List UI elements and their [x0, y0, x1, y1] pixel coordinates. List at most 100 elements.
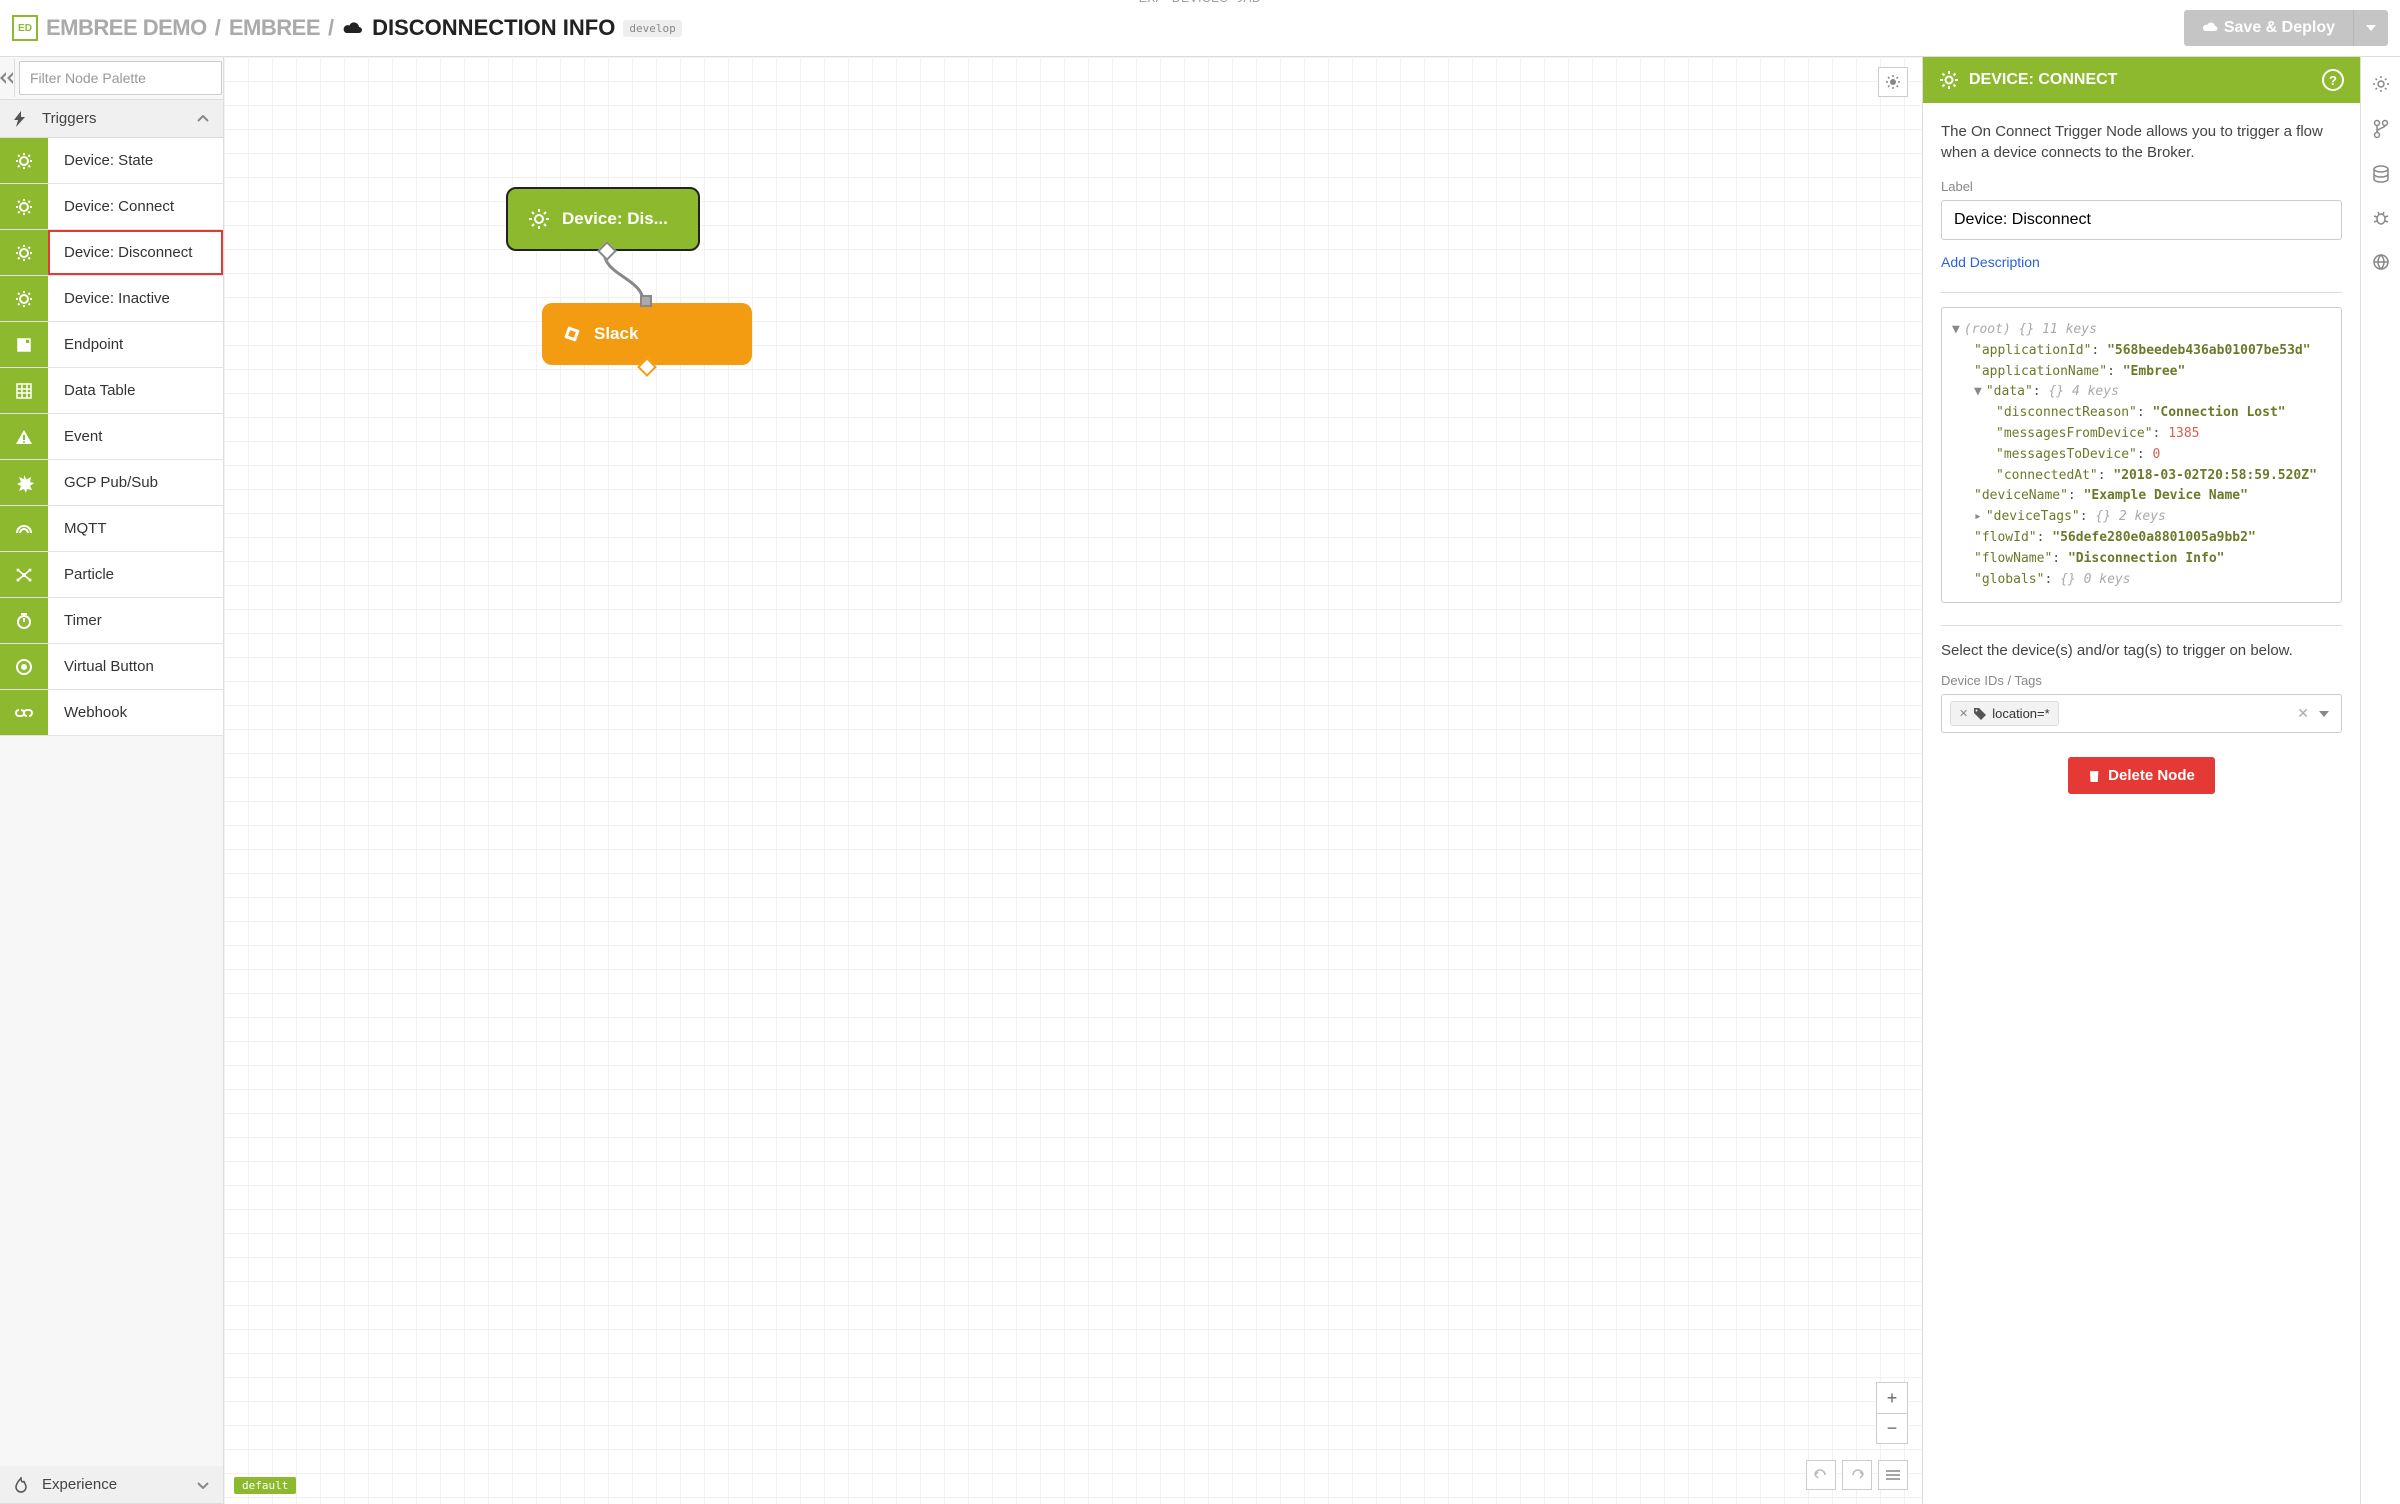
branch-tag[interactable]: develop: [623, 20, 681, 37]
palette-item-icon: [0, 184, 48, 229]
palette-item[interactable]: GCP Pub/Sub: [0, 460, 223, 506]
version-tag[interactable]: default: [234, 1477, 296, 1494]
globals-tab[interactable]: [2372, 253, 2390, 271]
label-input[interactable]: [1941, 200, 2342, 240]
list-icon: [1886, 1469, 1900, 1481]
palette-item-list: Device: StateDevice: ConnectDevice: Disc…: [0, 138, 223, 1466]
globe-icon: [2372, 253, 2390, 271]
tag-chip-label: location=*: [1992, 706, 2049, 721]
cloud-upload-icon: [2202, 20, 2218, 36]
save-deploy-button[interactable]: Save & Deploy: [2184, 10, 2353, 46]
canvas-settings-button[interactable]: [1878, 67, 1908, 97]
palette-item[interactable]: Data Table: [0, 368, 223, 414]
zoom-in-button[interactable]: +: [1877, 1383, 1907, 1413]
palette-item[interactable]: Virtual Button: [0, 644, 223, 690]
palette-item-icon: [0, 690, 48, 735]
palette-filter-input[interactable]: [19, 61, 222, 95]
versions-tab[interactable]: [2373, 119, 2389, 139]
node-output-port[interactable]: [637, 357, 657, 377]
palette-item-label: Virtual Button: [48, 644, 223, 689]
palette-item-icon: [0, 322, 48, 367]
breadcrumb-separator: /: [328, 15, 334, 41]
node-output-port[interactable]: [597, 241, 617, 261]
palette-section-triggers[interactable]: Triggers: [0, 100, 223, 138]
lightning-icon: [14, 111, 32, 127]
chevron-down-icon: [197, 1481, 209, 1489]
hash-icon: [562, 324, 582, 344]
palette-item[interactable]: Webhook: [0, 690, 223, 736]
right-rail: [2360, 57, 2400, 1504]
database-icon: [2372, 165, 2390, 183]
breadcrumb-app[interactable]: EMBREE: [229, 15, 320, 41]
device-tags-input[interactable]: ✕ location=* ✕: [1941, 694, 2342, 733]
properties-panel: DEVICE: CONNECT ? The On Connect Trigger…: [1922, 57, 2360, 1504]
node-description: The On Connect Trigger Node allows you t…: [1941, 121, 2342, 163]
list-view-button[interactable]: [1878, 1460, 1908, 1490]
gear-chip-icon: [528, 208, 550, 230]
palette-item-icon: [0, 506, 48, 551]
save-deploy-dropdown[interactable]: [2353, 10, 2388, 46]
palette-item[interactable]: Event: [0, 414, 223, 460]
tree-caret-icon[interactable]: ▸: [1974, 509, 1982, 524]
section-label: Experience: [42, 1476, 197, 1493]
zoom-out-button[interactable]: −: [1877, 1413, 1907, 1443]
palette-item-label: Endpoint: [48, 322, 223, 367]
palette-item-icon: [0, 552, 48, 597]
palette-item[interactable]: Device: Inactive: [0, 276, 223, 322]
tree-caret-icon[interactable]: ▼: [1952, 322, 1960, 337]
app-header: ED EMBREE DEMO / EMBREE / DISCONNECTION …: [0, 0, 2400, 57]
cloud-icon: [342, 20, 364, 36]
help-button[interactable]: ?: [2322, 69, 2344, 91]
palette-item-label: Timer: [48, 598, 223, 643]
breadcrumb-org[interactable]: EMBREE DEMO: [46, 15, 207, 41]
node-input-port[interactable]: [640, 295, 652, 307]
settings-tab[interactable]: [2372, 75, 2390, 93]
palette-item-label: Device: Connect: [48, 184, 223, 229]
breadcrumb-flow[interactable]: DISCONNECTION INFO: [372, 15, 615, 41]
bug-icon: [2372, 209, 2390, 227]
palette-item-label: Device: Disconnect: [48, 230, 223, 275]
remove-tag-icon[interactable]: ✕: [1959, 707, 1968, 720]
palette-item-label: Particle: [48, 552, 223, 597]
logo-badge[interactable]: ED: [12, 15, 38, 41]
panel-header: DEVICE: CONNECT ?: [1923, 57, 2360, 103]
palette-item[interactable]: Particle: [0, 552, 223, 598]
palette-item-label: Event: [48, 414, 223, 459]
node-device-disconnect[interactable]: Device: Dis...: [506, 187, 700, 251]
palette-item[interactable]: Device: State: [0, 138, 223, 184]
palette-item-icon: [0, 460, 48, 505]
redo-icon: [1849, 1469, 1865, 1481]
flow-canvas[interactable]: Device: Dis... Slack + − default: [224, 57, 1922, 1504]
palette-item-label: Device: Inactive: [48, 276, 223, 321]
tags-dropdown-icon[interactable]: [2315, 711, 2333, 717]
undo-button[interactable]: [1806, 1460, 1836, 1490]
collapse-palette-button[interactable]: [0, 59, 15, 97]
redo-button[interactable]: [1842, 1460, 1872, 1490]
git-branch-icon: [2373, 119, 2389, 139]
tree-caret-icon[interactable]: ▼: [1974, 384, 1982, 399]
device-tag-chip[interactable]: ✕ location=*: [1950, 701, 2059, 726]
double-chevron-left-icon: [0, 72, 14, 84]
devices-field-label: Device IDs / Tags: [1941, 673, 2342, 688]
storage-tab[interactable]: [2372, 165, 2390, 183]
palette-item-icon: [0, 644, 48, 689]
palette-item[interactable]: Device: Disconnect: [0, 230, 223, 276]
palette-item[interactable]: Device: Connect: [0, 184, 223, 230]
example-payload-viewer[interactable]: ▼(root) {} 11 keys "applicationId": "568…: [1941, 307, 2342, 603]
palette-item[interactable]: MQTT: [0, 506, 223, 552]
history-controls: [1806, 1460, 1908, 1490]
palette-item[interactable]: Endpoint: [0, 322, 223, 368]
add-description-link[interactable]: Add Description: [1941, 254, 2040, 270]
debug-tab[interactable]: [2372, 209, 2390, 227]
chevron-up-icon: [197, 115, 209, 123]
palette-item-label: Webhook: [48, 690, 223, 735]
palette-item-icon: [0, 598, 48, 643]
clear-all-tags-icon[interactable]: ✕: [2297, 705, 2309, 722]
palette-item[interactable]: Timer: [0, 598, 223, 644]
node-slack[interactable]: Slack: [542, 303, 752, 365]
palette-section-experience[interactable]: Experience: [0, 1466, 223, 1504]
delete-node-button[interactable]: Delete Node: [2068, 757, 2215, 794]
label-field-label: Label: [1941, 179, 2342, 194]
node-label: Slack: [594, 324, 638, 344]
palette-item-icon: [0, 368, 48, 413]
